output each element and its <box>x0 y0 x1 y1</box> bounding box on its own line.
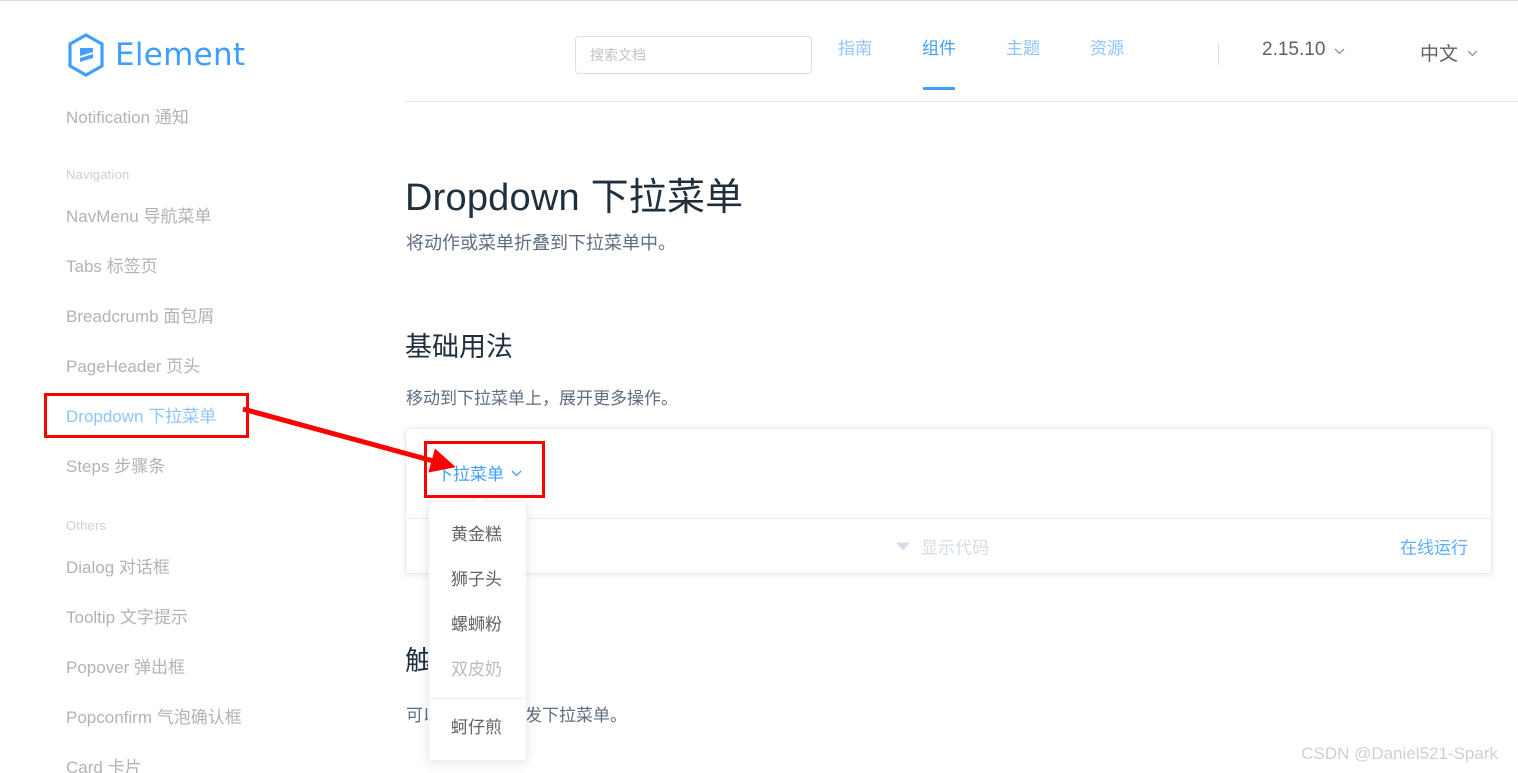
sidebar-item-tooltip[interactable]: Tooltip 文字提示 <box>66 607 188 629</box>
sidebar-item-breadcrumb[interactable]: Breadcrumb 面包屑 <box>66 306 214 328</box>
header-divider <box>1218 43 1219 65</box>
page-root: Element 指南 组件 主题 资源 2.15.10 中文 Notif <box>0 0 1518 773</box>
sidebar-item-popover[interactable]: Popover 弹出框 <box>66 657 185 679</box>
sidebar-item-tabs[interactable]: Tabs 标签页 <box>66 256 158 278</box>
dropdown-menu-item-disabled: 双皮奶 <box>451 660 502 679</box>
show-code-toggle[interactable]: 显示代码 <box>896 534 989 559</box>
sidebar-item-pageheader[interactable]: PageHeader 页头 <box>66 356 200 378</box>
section-title-basic: 基础用法 <box>405 332 513 362</box>
sidebar-item-card[interactable]: Card 卡片 <box>66 757 142 773</box>
chevron-down-icon <box>1467 50 1478 57</box>
dropdown-menu-item[interactable]: 黄金糕 <box>429 512 526 557</box>
dropdown-menu-item[interactable]: 狮子头 <box>429 557 526 602</box>
popper-arrow-icon <box>473 496 485 502</box>
dropdown-menu-popper: 黄金糕 狮子头 螺蛳粉 双皮奶 蚵仔煎 <box>428 501 527 761</box>
search-input[interactable] <box>590 47 797 63</box>
nav-item-theme[interactable]: 主题 <box>1006 37 1040 63</box>
triangle-down-icon <box>896 542 910 550</box>
page-title: Dropdown 下拉菜单 <box>405 177 744 219</box>
demo-card-footer: 显示代码 在线运行 <box>406 518 1491 573</box>
page-subtitle: 将动作或菜单折叠到下拉菜单中。 <box>406 233 676 253</box>
nav-item-resources[interactable]: 资源 <box>1090 37 1124 63</box>
chevron-down-icon <box>1334 48 1345 55</box>
demo-card: 下拉菜单 显示代码 在线运行 <box>405 428 1492 574</box>
main-content: Dropdown 下拉菜单 将动作或菜单折叠到下拉菜单中。 基础用法 移动到下拉… <box>405 101 1518 773</box>
nav-item-components[interactable]: 组件 <box>922 37 956 90</box>
sidebar-item-notification[interactable]: Notification 通知 <box>66 107 189 129</box>
section-subtitle-basic: 移动到下拉菜单上，展开更多操作。 <box>406 389 678 408</box>
sidebar-item-steps[interactable]: Steps 步骤条 <box>66 456 165 478</box>
dropdown-trigger-label: 下拉菜单 <box>436 465 504 484</box>
chevron-down-icon <box>511 470 522 477</box>
sidebar-group-others: Others <box>66 518 107 533</box>
sidebar-item-dropdown[interactable]: Dropdown 下拉菜单 <box>66 406 216 428</box>
sidebar-item-navmenu[interactable]: NavMenu 导航菜单 <box>66 206 211 228</box>
language-label: 中文 <box>1420 44 1459 65</box>
dropdown-trigger[interactable]: 下拉菜单 <box>436 460 522 485</box>
demo-preview-area: 下拉菜单 <box>406 429 1491 518</box>
sidebar-item-dialog[interactable]: Dialog 对话框 <box>66 557 170 579</box>
main-nav: 指南 组件 主题 资源 <box>838 37 1174 90</box>
element-hexagon-logo-icon <box>68 33 104 77</box>
search-box[interactable] <box>575 36 812 74</box>
nav-item-guide[interactable]: 指南 <box>838 37 872 63</box>
version-selector[interactable]: 2.15.10 <box>1262 39 1345 61</box>
dropdown-menu-divider <box>429 698 526 699</box>
show-code-label: 显示代码 <box>921 538 989 558</box>
sidebar-item-popconfirm[interactable]: Popconfirm 气泡确认框 <box>66 707 242 729</box>
watermark-text: CSDN @Daniel521-Spark <box>1301 744 1498 763</box>
logo-text: Element <box>115 37 246 73</box>
language-selector[interactable]: 中文 <box>1420 39 1478 66</box>
run-online-link[interactable]: 在线运行 <box>1400 534 1468 559</box>
site-logo[interactable]: Element <box>66 33 245 77</box>
dropdown-menu-item[interactable]: 蚵仔煎 <box>429 705 526 750</box>
version-label: 2.15.10 <box>1262 39 1326 60</box>
sidebar-nav: Notification 通知 Navigation NavMenu 导航菜单 … <box>0 101 405 773</box>
sidebar-group-navigation: Navigation <box>66 167 130 182</box>
dropdown-menu-item[interactable]: 螺蛳粉 <box>429 602 526 647</box>
site-header: Element 指南 组件 主题 资源 2.15.10 中文 <box>0 1 1518 102</box>
